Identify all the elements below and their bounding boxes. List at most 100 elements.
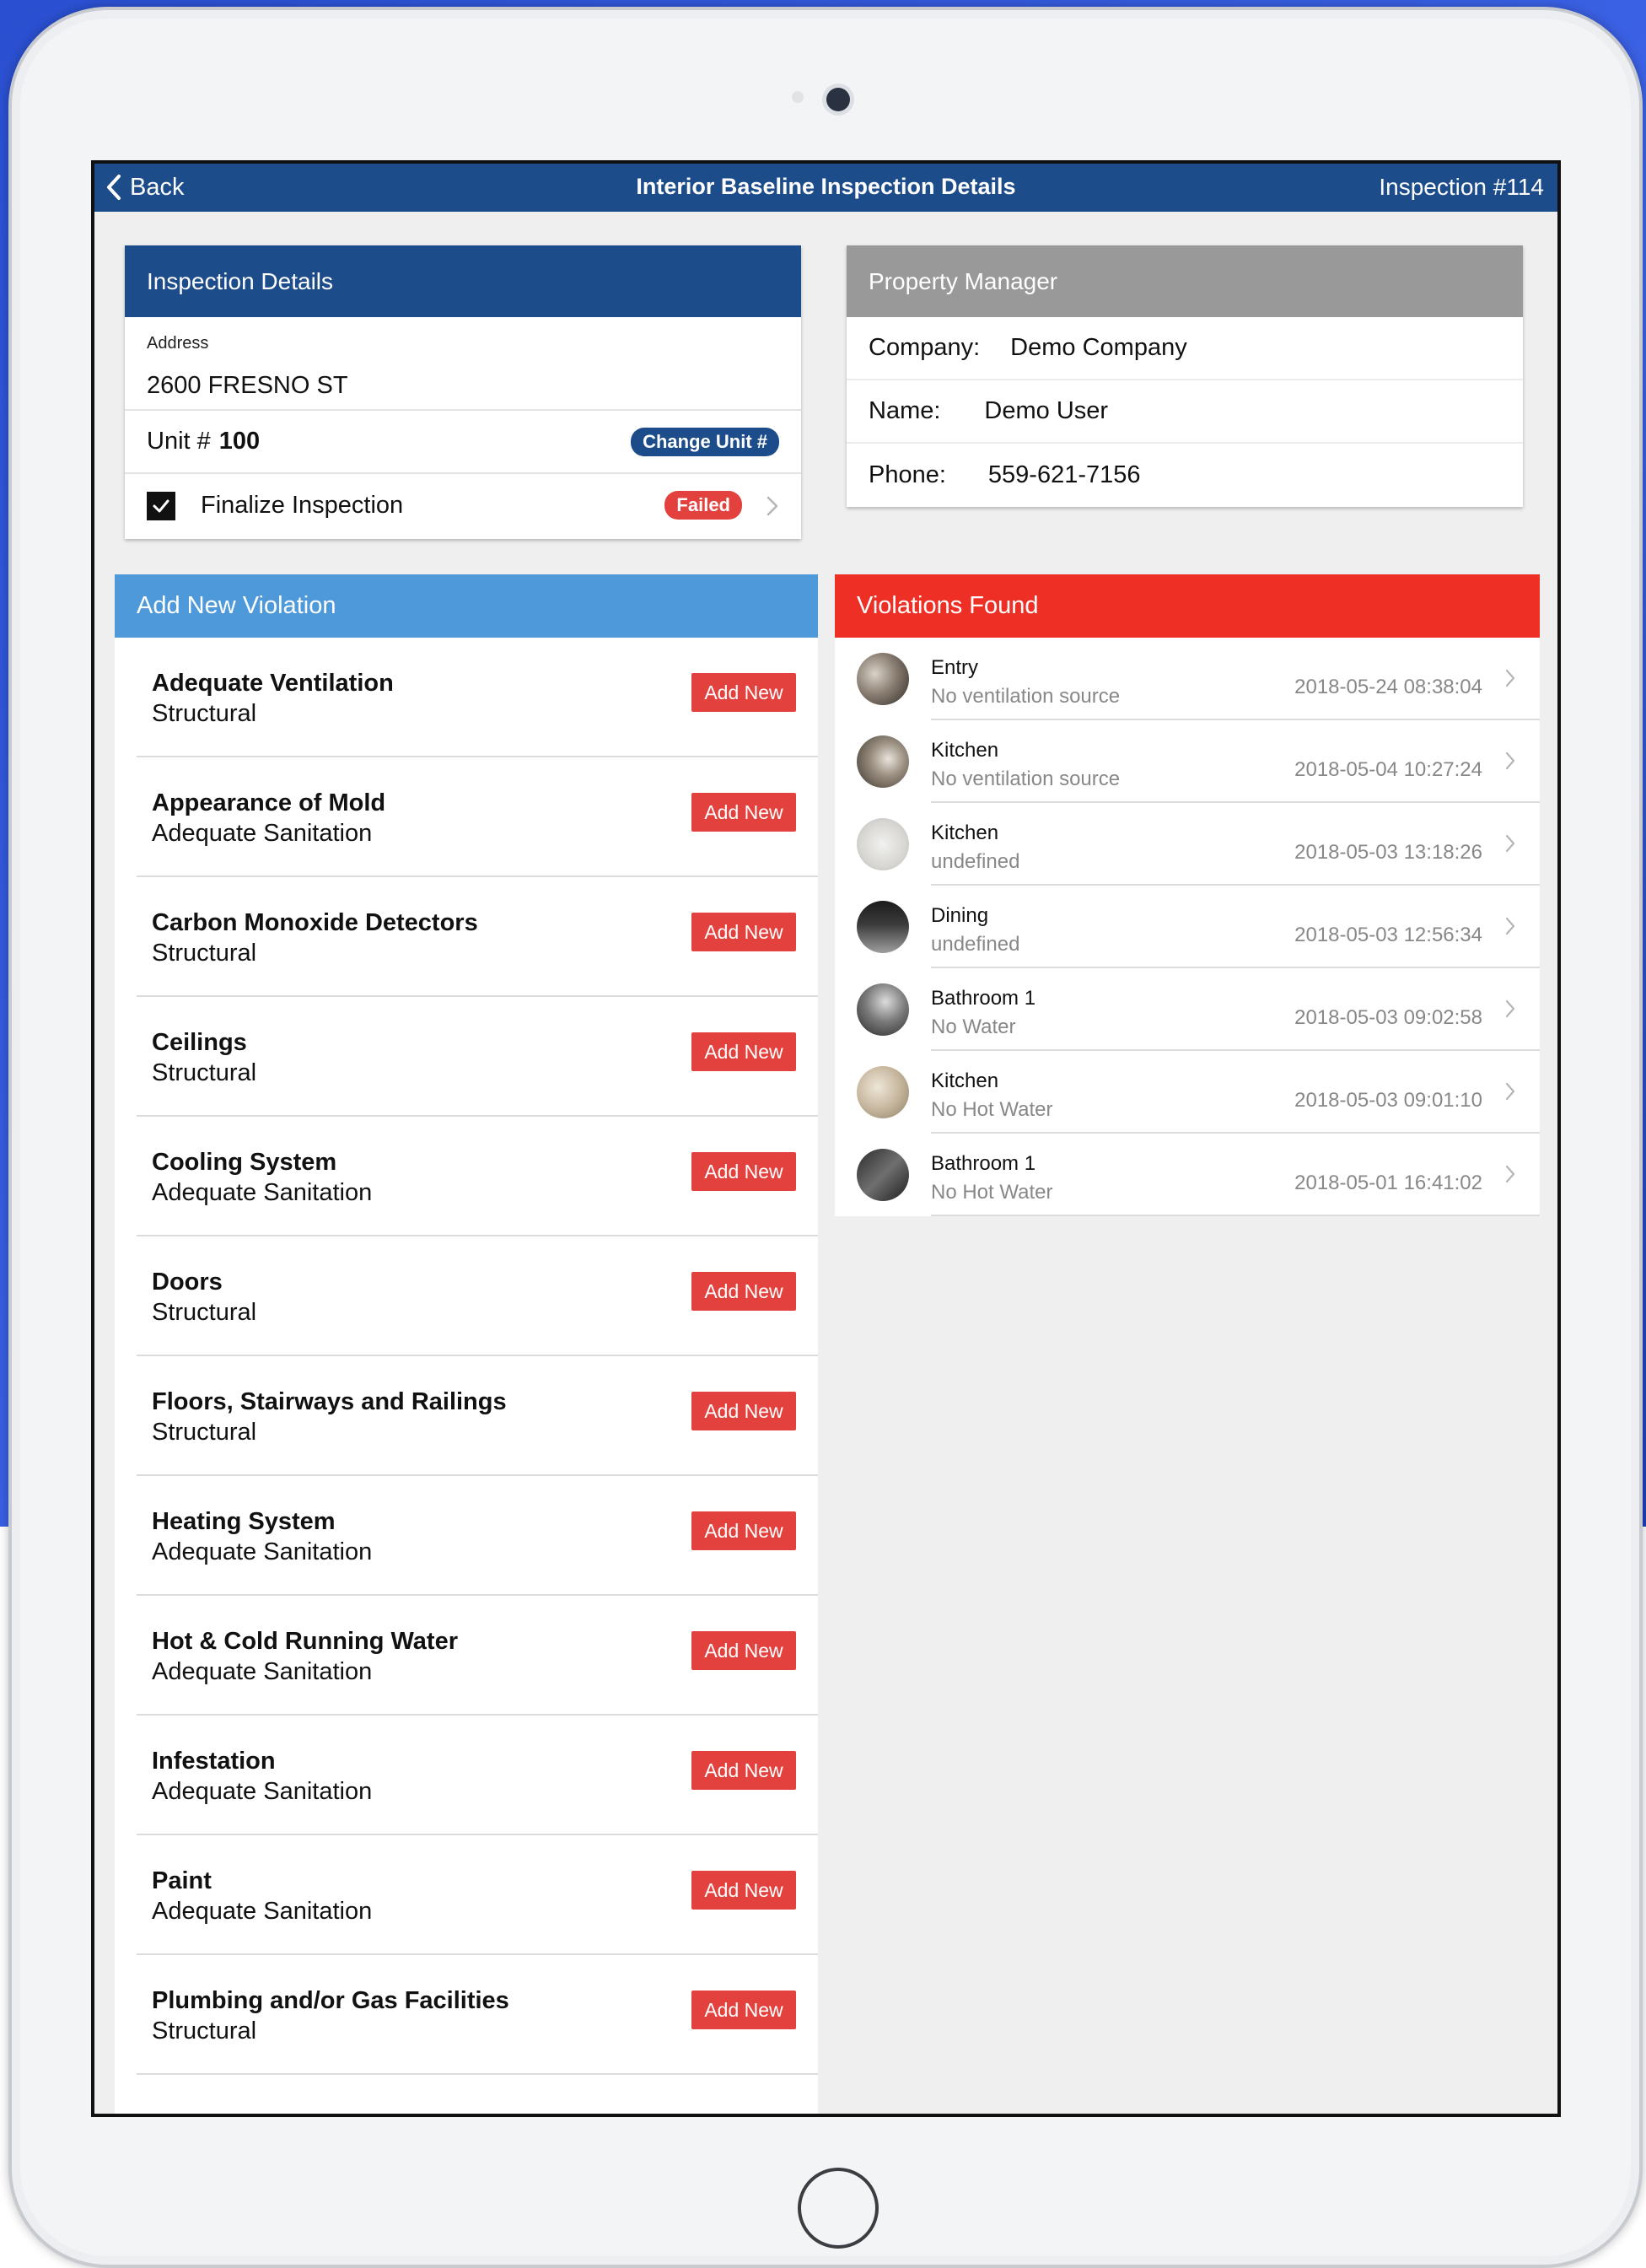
add-new-button[interactable]: Add New <box>691 1991 796 2029</box>
name-label: Name: <box>869 397 941 424</box>
violation-category: Structural <box>152 2017 257 2044</box>
add-new-button[interactable]: Add New <box>691 1631 796 1670</box>
violation-timestamp: 2018-05-03 13:18:26 <box>1294 841 1482 864</box>
main-content: Inspection Details Address 2600 FRESNO S… <box>94 212 1557 2114</box>
violation-name: Plumbing and/or Gas Facilities <box>152 1987 509 2014</box>
violation-category: Structural <box>152 1419 257 1446</box>
chevron-right-icon <box>1505 834 1515 853</box>
violation-row[interactable]: Dining undefined 2018-05-03 12:56:34 <box>835 886 1540 968</box>
violation-description: undefined <box>931 933 1020 956</box>
violation-row[interactable]: Entry No ventilation source 2018-05-24 08:… <box>835 638 1540 720</box>
inspection-details-header: Inspection Details <box>125 245 801 317</box>
chevron-right-icon <box>1505 917 1515 935</box>
list-item: Paint Adequate Sanitation Add New <box>137 1835 818 1955</box>
violation-category: Adequate Sanitation <box>152 1538 373 1565</box>
violation-room: Dining <box>931 904 989 927</box>
navigation-bar: Back Interior Baseline Inspection Detail… <box>94 164 1557 212</box>
violation-room: Kitchen <box>931 739 999 762</box>
add-new-button[interactable]: Add New <box>691 793 796 832</box>
name-value: Demo User <box>984 397 1109 424</box>
violation-photo-thumbnail <box>857 1149 909 1201</box>
chevron-right-icon <box>1505 1165 1515 1183</box>
checkmark-icon <box>153 499 169 512</box>
list-item: Adequate Ventilation Structural Add New <box>137 638 818 757</box>
add-new-button[interactable]: Add New <box>691 1032 796 1071</box>
violation-category: Adequate Sanitation <box>152 1658 373 1685</box>
add-new-violation-panel: Add New Violation Adequate Ventilation St… <box>115 574 818 2114</box>
property-manager-card: Property Manager Company: Demo Company N… <box>847 245 1523 507</box>
name-row: Name: Demo User <box>847 380 1523 444</box>
list-item: Appearance of Mold Adequate Sanitation Add… <box>137 757 818 877</box>
add-new-button[interactable]: Add New <box>691 1871 796 1910</box>
phone-row[interactable]: Phone: 559-621-7156 <box>847 444 1523 507</box>
chevron-right-icon <box>1505 669 1515 687</box>
list-item: Carbon Monoxide Detectors Structural Add N… <box>137 877 818 997</box>
phone-value[interactable]: 559-621-7156 <box>988 461 1141 489</box>
add-new-button[interactable]: Add New <box>691 913 796 951</box>
violation-category: Adequate Sanitation <box>152 1778 373 1805</box>
violation-name: Hot & Cold Running Water <box>152 1628 458 1655</box>
violation-timestamp: 2018-05-03 12:56:34 <box>1294 924 1482 946</box>
home-button[interactable] <box>798 2168 879 2249</box>
violation-row[interactable]: Kitchen No ventilation source 2018-05-04 1… <box>835 720 1540 803</box>
list-item: Plumbing and/or Gas Facilities Structural… <box>137 1955 818 2075</box>
violation-name: Floors, Stairways and Railings <box>152 1388 507 1415</box>
violation-name: Ceilings <box>152 1029 247 1056</box>
violation-timestamp: 2018-05-24 08:38:04 <box>1294 676 1482 698</box>
add-new-button[interactable]: Add New <box>691 1272 796 1311</box>
unit-row: Unit # 100 Change Unit # <box>125 411 801 474</box>
violation-photo-thumbnail <box>857 653 909 705</box>
violation-description: No Water <box>931 1015 1016 1038</box>
unit-number: 100 <box>218 428 261 455</box>
chevron-right-icon <box>1505 752 1515 770</box>
violation-category: Structural <box>152 1059 257 1086</box>
app-screen: Back Interior Baseline Inspection Detail… <box>91 160 1561 2117</box>
phone-label: Phone: <box>869 461 946 488</box>
add-new-button[interactable]: Add New <box>691 1751 796 1790</box>
add-new-button[interactable]: Add New <box>691 1392 796 1430</box>
finalize-inspection-row[interactable]: Finalize Inspection Failed <box>125 474 801 537</box>
company-value: Demo Company <box>1010 334 1187 361</box>
add-new-button[interactable]: Add New <box>691 673 796 712</box>
finalize-checkbox[interactable] <box>147 491 175 520</box>
violations-found-list: Entry No ventilation source 2018-05-24 08:… <box>835 638 1540 1216</box>
violation-category: Structural <box>152 700 257 727</box>
page-title: Interior Baseline Inspection Details <box>636 174 1016 199</box>
inspection-details-card: Inspection Details Address 2600 FRESNO S… <box>125 245 801 539</box>
add-new-button[interactable]: Add New <box>691 1152 796 1191</box>
list-item: Cooling System Adequate Sanitation Add New <box>137 1117 818 1236</box>
violation-name: Cooling System <box>152 1149 337 1176</box>
chevron-right-icon <box>1505 999 1515 1018</box>
address-row: Address 2600 FRESNO ST <box>125 317 801 411</box>
violation-description: No Hot Water <box>931 1181 1053 1204</box>
unit-label: Unit # <box>147 428 211 455</box>
row-divider <box>931 1215 1540 1216</box>
add-new-violation-header: Add New Violation <box>115 574 818 638</box>
violation-name: Adequate Ventilation <box>152 670 394 697</box>
violation-row[interactable]: Bathroom 1 No Hot Water 2018-05-01 16:41:0… <box>835 1134 1540 1216</box>
violation-row[interactable]: Kitchen undefined 2018-05-03 13:18:26 <box>835 803 1540 886</box>
violation-type-list: Adequate Ventilation Structural Add New App… <box>115 638 818 2075</box>
add-new-button[interactable]: Add New <box>691 1511 796 1550</box>
violation-timestamp: 2018-05-04 10:27:24 <box>1294 758 1482 781</box>
violation-timestamp: 2018-05-03 09:02:58 <box>1294 1006 1482 1029</box>
violation-room: Kitchen <box>931 1069 999 1092</box>
violation-room: Kitchen <box>931 822 999 844</box>
violation-description: No Hot Water <box>931 1098 1053 1121</box>
address-label: Address <box>147 334 209 353</box>
violation-photo-thumbnail <box>857 983 909 1036</box>
violation-timestamp: 2018-05-03 09:01:10 <box>1294 1089 1482 1112</box>
violation-category: Adequate Sanitation <box>152 1179 373 1206</box>
chevron-right-icon <box>1505 1082 1515 1101</box>
company-label: Company: <box>869 334 981 361</box>
violation-row[interactable]: Bathroom 1 No Water 2018-05-03 09:02:58 <box>835 968 1540 1051</box>
status-badge: Failed <box>664 491 742 520</box>
list-item: Ceilings Structural Add New <box>137 997 818 1117</box>
property-manager-header: Property Manager <box>847 245 1523 317</box>
violation-category: Adequate Sanitation <box>152 1898 373 1925</box>
violation-row[interactable]: Kitchen No Hot Water 2018-05-03 09:01:10 <box>835 1051 1540 1134</box>
violation-description: undefined <box>931 850 1020 873</box>
violation-description: No ventilation source <box>931 685 1121 708</box>
violation-timestamp: 2018-05-01 16:41:02 <box>1294 1172 1482 1194</box>
change-unit-button[interactable]: Change Unit # <box>631 428 779 456</box>
